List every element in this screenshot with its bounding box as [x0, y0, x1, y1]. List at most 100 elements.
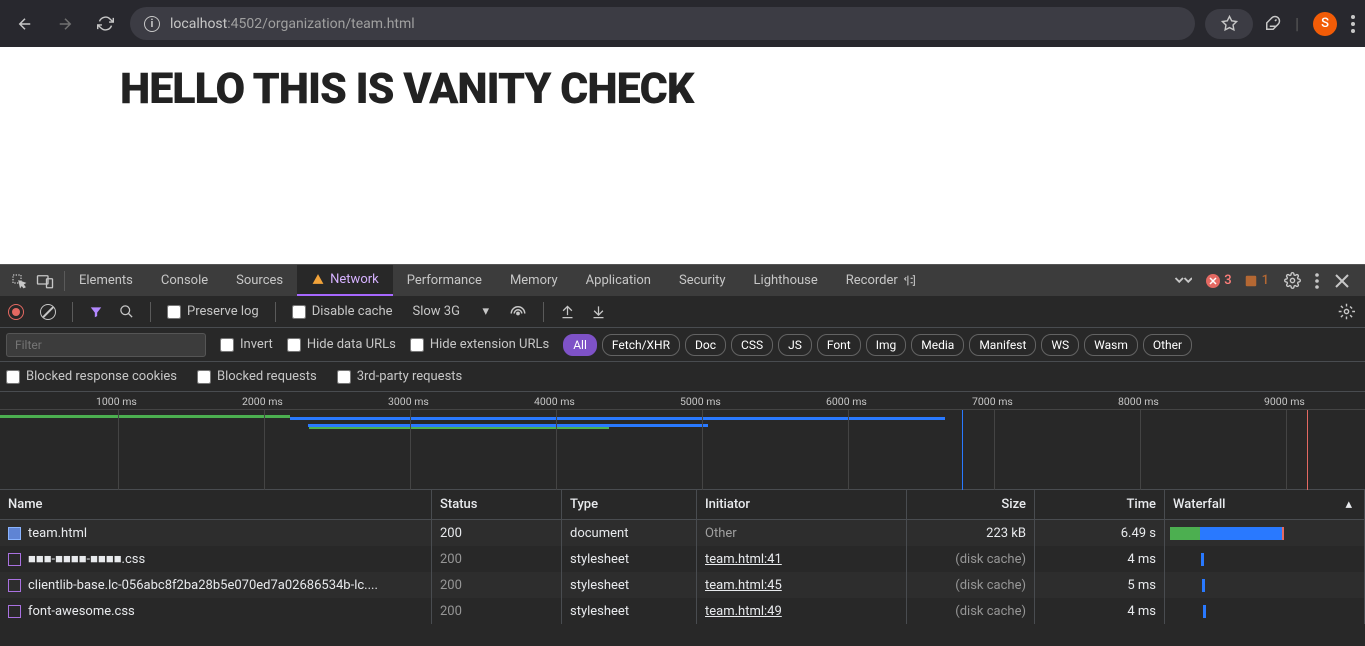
time-tick: 7000 ms	[972, 395, 1013, 408]
cell-initiator: team.html:41	[697, 546, 907, 572]
header-size[interactable]: Size	[907, 490, 1035, 519]
download-har-icon[interactable]	[591, 304, 606, 320]
chip-all[interactable]: All	[563, 334, 597, 356]
time-tick: 2000 ms	[242, 395, 283, 408]
network-timeline[interactable]: 1000 ms2000 ms3000 ms4000 ms5000 ms6000 …	[0, 392, 1365, 490]
chip-fetch-xhr[interactable]: Fetch/XHR	[602, 334, 680, 356]
forward-button[interactable]	[50, 9, 80, 39]
reload-button[interactable]	[90, 9, 120, 39]
header-time[interactable]: Time	[1035, 490, 1165, 519]
table-row[interactable]: clientlib-base.lc-056abc8f2ba28b5e070ed7…	[0, 572, 1365, 598]
chip-other[interactable]: Other	[1143, 334, 1192, 356]
header-waterfall[interactable]: Waterfall▴	[1165, 490, 1365, 519]
devtools-menu-icon[interactable]	[1315, 273, 1319, 289]
tab-recorder[interactable]: Recorder	[832, 265, 930, 296]
search-icon[interactable]	[119, 304, 134, 319]
profile-avatar[interactable]: S	[1313, 12, 1337, 36]
chip-font[interactable]: Font	[817, 334, 861, 356]
device-icon[interactable]	[34, 270, 56, 292]
filter-input[interactable]	[6, 333, 206, 357]
chip-js[interactable]: JS	[778, 334, 812, 356]
network-table: Name Status Type Initiator Size Time Wat…	[0, 490, 1365, 624]
extensions-icon[interactable]	[1263, 15, 1281, 33]
upload-har-icon[interactable]	[560, 304, 575, 320]
bookmark-button[interactable]	[1205, 9, 1253, 39]
tab-security[interactable]: Security	[665, 265, 740, 296]
file-type-icon	[8, 579, 21, 592]
back-button[interactable]	[10, 9, 40, 39]
table-row[interactable]: ■■■-■■■■-■■■■.css200stylesheetteam.html:…	[0, 546, 1365, 572]
hide-data-checkbox[interactable]: Hide data URLs	[287, 337, 396, 352]
cell-time: 4 ms	[1035, 598, 1165, 624]
chip-img[interactable]: Img	[866, 334, 907, 356]
time-tick: 4000 ms	[534, 395, 575, 408]
time-tick: 8000 ms	[1118, 395, 1159, 408]
table-row[interactable]: team.html200documentOther223 kB6.49 s	[0, 520, 1365, 546]
clear-button[interactable]	[40, 304, 56, 320]
throttle-network-icon[interactable]	[509, 304, 527, 320]
network-settings-icon[interactable]	[1335, 301, 1357, 323]
table-row[interactable]: font-awesome.css200stylesheetteam.html:4…	[0, 598, 1365, 624]
chip-manifest[interactable]: Manifest	[969, 334, 1036, 356]
header-status[interactable]: Status	[432, 490, 562, 519]
cell-waterfall	[1165, 546, 1365, 572]
third-party-checkbox[interactable]: 3rd-party requests	[337, 369, 463, 384]
tab-performance[interactable]: Performance	[393, 265, 496, 296]
error-badge[interactable]: 3	[1206, 273, 1231, 288]
tab-console[interactable]: Console	[147, 265, 222, 296]
tab-lighthouse[interactable]: Lighthouse	[740, 265, 832, 296]
header-name[interactable]: Name	[0, 490, 432, 519]
error-count: 3	[1224, 273, 1231, 288]
cell-initiator: Other	[697, 520, 907, 546]
cell-type: document	[562, 520, 697, 546]
chip-doc[interactable]: Doc	[685, 334, 726, 356]
devtools-tabbar: ElementsConsoleSourcesNetworkPerformance…	[0, 264, 1365, 296]
sort-icon: ▴	[1345, 497, 1352, 512]
blocked-requests-checkbox[interactable]: Blocked requests	[197, 369, 317, 384]
chip-ws[interactable]: WS	[1041, 334, 1079, 356]
filter-bar-2: Blocked response cookies Blocked request…	[0, 362, 1365, 392]
throttle-select[interactable]: Slow 3G ▾	[409, 304, 494, 319]
preserve-log-checkbox[interactable]: Preserve log	[167, 304, 259, 319]
cell-waterfall	[1165, 598, 1365, 624]
chip-wasm[interactable]: Wasm	[1084, 334, 1138, 356]
chip-media[interactable]: Media	[911, 334, 964, 356]
avatar-initial: S	[1321, 16, 1329, 31]
file-type-icon	[8, 605, 21, 618]
table-header[interactable]: Name Status Type Initiator Size Time Wat…	[0, 490, 1365, 520]
blocked-cookies-checkbox[interactable]: Blocked response cookies	[6, 369, 177, 384]
inspect-icon[interactable]	[8, 270, 30, 292]
disable-cache-checkbox[interactable]: Disable cache	[292, 304, 393, 319]
cell-status: 200	[432, 520, 562, 546]
header-initiator[interactable]: Initiator	[697, 490, 907, 519]
more-tabs-icon[interactable]	[1172, 270, 1194, 292]
settings-icon[interactable]	[1281, 270, 1303, 292]
page-content: HELLO THIS IS VANITY CHECK	[0, 47, 1365, 264]
tab-memory[interactable]: Memory	[496, 265, 572, 296]
cell-status: 200	[432, 572, 562, 598]
tab-sources[interactable]: Sources	[222, 265, 297, 296]
address-url: localhost:4502/organization/team.html	[170, 16, 415, 32]
browser-menu-icon[interactable]	[1351, 15, 1355, 33]
cell-name: font-awesome.css	[28, 604, 135, 619]
filter-icon[interactable]	[89, 305, 103, 319]
chip-css[interactable]: CSS	[731, 334, 773, 356]
cell-name: team.html	[28, 526, 87, 541]
browser-toolbar: i localhost:4502/organization/team.html …	[0, 0, 1365, 47]
address-bar[interactable]: i localhost:4502/organization/team.html	[130, 7, 1195, 40]
hide-extension-checkbox[interactable]: Hide extension URLs	[410, 337, 549, 352]
close-devtools-icon[interactable]	[1331, 270, 1353, 292]
time-tick: 9000 ms	[1264, 395, 1305, 408]
issue-badge[interactable]: 1	[1244, 273, 1269, 288]
cell-size: (disk cache)	[907, 572, 1035, 598]
record-button[interactable]	[8, 304, 24, 320]
time-tick: 1000 ms	[96, 395, 137, 408]
header-type[interactable]: Type	[562, 490, 697, 519]
tab-application[interactable]: Application	[572, 265, 665, 296]
tab-network[interactable]: Network	[297, 265, 393, 296]
page-heading: HELLO THIS IS VANITY CHECK	[120, 64, 1245, 114]
invert-checkbox[interactable]: Invert	[220, 337, 273, 352]
tab-elements[interactable]: Elements	[65, 265, 147, 296]
devtools-panel: ElementsConsoleSourcesNetworkPerformance…	[0, 264, 1365, 646]
site-info-icon[interactable]: i	[144, 16, 160, 32]
